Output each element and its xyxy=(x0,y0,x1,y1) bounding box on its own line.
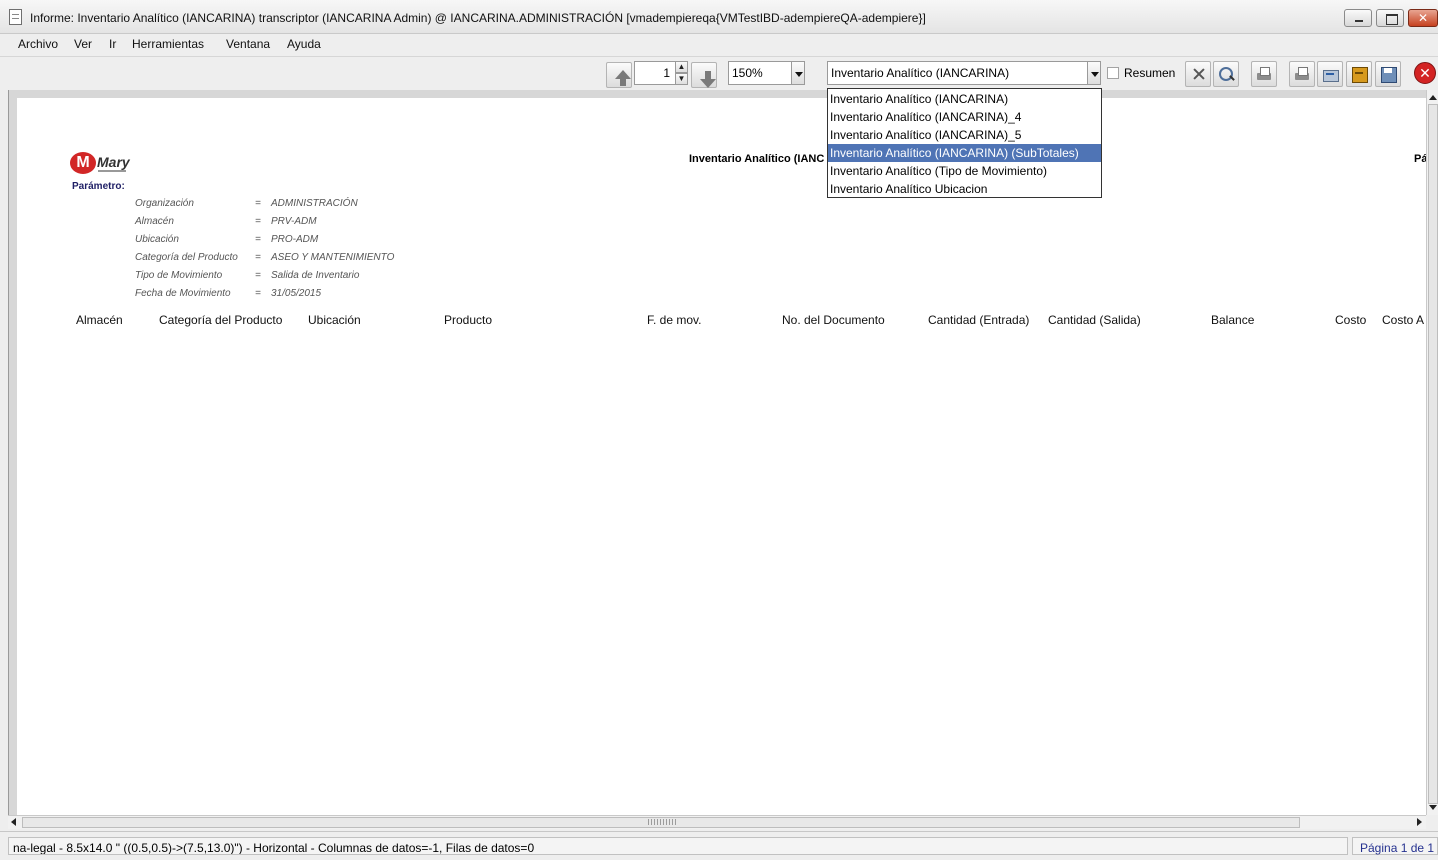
param-op: = xyxy=(255,216,261,227)
archive-icon xyxy=(1351,66,1368,83)
print-preview-button[interactable] xyxy=(1251,61,1277,87)
next-page-button[interactable] xyxy=(691,62,717,88)
title-bar: Informe: Inventario Analítico (IANCARINA… xyxy=(0,0,1438,34)
param-op: = xyxy=(255,288,261,299)
menu-ir[interactable]: Ir xyxy=(109,37,116,51)
menu-bar: Archivo Ver Ir Herramientas Ventana Ayud… xyxy=(0,34,1438,56)
export-button[interactable] xyxy=(1317,61,1343,87)
export-icon xyxy=(1322,66,1339,82)
param-name: Categoría del Producto xyxy=(135,252,238,263)
close-icon: ✕ xyxy=(1417,11,1429,25)
menu-archivo[interactable]: Archivo xyxy=(18,37,58,51)
page-info: Página 1 de 1 xyxy=(1352,837,1438,855)
previous-page-icon xyxy=(611,67,631,86)
previous-page-button[interactable] xyxy=(606,62,632,88)
horizontal-scrollbar[interactable] xyxy=(8,815,1426,829)
customize-button[interactable] xyxy=(1185,61,1211,87)
window-close-button[interactable]: ✕ xyxy=(1408,9,1438,27)
report-option[interactable]: Inventario Analítico (Tipo de Movimiento… xyxy=(828,162,1101,180)
report-option[interactable]: Inventario Analítico Ubicacion xyxy=(828,180,1101,198)
save-button[interactable] xyxy=(1375,61,1401,87)
scroll-down-icon[interactable] xyxy=(1428,802,1438,814)
report-option[interactable]: Inventario Analítico (IANCARINA)_4 xyxy=(828,108,1101,126)
find-button[interactable] xyxy=(1213,61,1239,87)
param-value: ASEO Y MANTENIMIENTO xyxy=(271,252,395,263)
menu-herramientas[interactable]: Herramientas xyxy=(132,37,204,51)
param-op: = xyxy=(255,198,261,209)
scroll-right-icon[interactable] xyxy=(1414,816,1426,828)
column-header: F. de mov. xyxy=(647,313,702,327)
param-op: = xyxy=(255,252,261,263)
column-header: Cantidad (Entrada) xyxy=(928,313,1030,327)
scroll-grip-icon xyxy=(648,819,678,825)
column-header: Balance xyxy=(1211,313,1255,327)
param-name: Fecha de Movimiento xyxy=(135,288,231,299)
column-header: Producto xyxy=(444,313,493,327)
column-header: Almacén xyxy=(76,313,123,327)
column-header: No. del Documento xyxy=(782,313,885,327)
param-value: ADMINISTRACIÓN xyxy=(271,198,358,209)
status-text: na-legal - 8.5x14.0 " ((0.5,0.5)->(7.5,1… xyxy=(8,837,1348,855)
report-dropdown-list: Inventario Analítico (IANCARINA) Inventa… xyxy=(827,88,1102,198)
page-number-field[interactable]: 1 xyxy=(634,61,676,85)
logo-mark: M xyxy=(70,152,96,174)
column-header: Costo A xyxy=(1382,313,1425,327)
zoom-combo[interactable]: 150% xyxy=(728,61,792,85)
param-name: Ubicación xyxy=(135,234,179,245)
param-name: Organización xyxy=(135,198,194,209)
column-header: Categoría del Producto xyxy=(159,313,283,327)
param-value: Salida de Inventario xyxy=(271,270,360,281)
print-preview-icon xyxy=(1256,66,1272,82)
column-header: Ubicación xyxy=(308,313,361,327)
summary-checkbox[interactable] xyxy=(1107,67,1119,79)
print-icon xyxy=(1294,66,1310,82)
next-page-icon xyxy=(696,67,716,88)
report-title: Inventario Analítico (IANC xyxy=(689,153,825,165)
param-value: PRO-ADM xyxy=(271,234,319,245)
page-spin-up-button[interactable]: ▲ xyxy=(675,61,688,73)
report-option[interactable]: Inventario Analítico (IANCARINA) xyxy=(828,90,1101,108)
param-value: PRV-ADM xyxy=(271,216,317,227)
vertical-scrollbar[interactable] xyxy=(1426,90,1438,815)
report-option[interactable]: Inventario Analítico (IANCARINA)_5 xyxy=(828,126,1101,144)
logo-text: Mary xyxy=(97,154,130,170)
window-title: Informe: Inventario Analítico (IANCARINA… xyxy=(30,11,926,25)
document-icon xyxy=(9,9,22,25)
report-viewer xyxy=(8,90,1427,815)
param-op: = xyxy=(255,234,261,245)
column-header: Cantidad (Salida) xyxy=(1048,313,1141,327)
archive-button[interactable] xyxy=(1346,61,1372,87)
save-icon xyxy=(1380,66,1397,83)
status-bar: na-legal - 8.5x14.0 " ((0.5,0.5)->(7.5,1… xyxy=(0,831,1438,860)
find-icon xyxy=(1218,66,1234,82)
page-spin-down-button[interactable]: ▼ xyxy=(675,73,688,85)
scroll-left-icon[interactable] xyxy=(8,816,20,828)
vertical-scroll-thumb[interactable] xyxy=(1428,104,1438,804)
menu-ventana[interactable]: Ventana xyxy=(226,37,270,51)
report-option-highlighted[interactable]: Inventario Analítico (IANCARINA) (SubTot… xyxy=(828,144,1101,162)
param-name: Almacén xyxy=(135,216,174,227)
report-selector[interactable]: Inventario Analítico (IANCARINA) xyxy=(827,61,1089,85)
param-op: = xyxy=(255,270,261,281)
param-value: 31/05/2015 xyxy=(271,288,322,299)
summary-label: Resumen xyxy=(1124,66,1176,80)
menu-ayuda[interactable]: Ayuda xyxy=(287,37,321,51)
customize-icon xyxy=(1190,66,1206,82)
company-logo: M Mary xyxy=(70,152,136,178)
scroll-up-icon[interactable] xyxy=(1428,91,1438,103)
close-report-button[interactable]: ✕ xyxy=(1414,62,1436,84)
maximize-button[interactable] xyxy=(1376,9,1404,27)
report-dropdown-button[interactable] xyxy=(1087,61,1101,85)
zoom-dropdown-button[interactable] xyxy=(791,61,805,85)
minimize-button[interactable] xyxy=(1344,9,1372,27)
menu-ver[interactable]: Ver xyxy=(74,37,92,51)
parameters-header: Parámetro: xyxy=(72,181,125,192)
column-header: Costo xyxy=(1335,313,1367,327)
print-button[interactable] xyxy=(1289,61,1315,87)
param-name: Tipo de Movimiento xyxy=(135,270,223,281)
